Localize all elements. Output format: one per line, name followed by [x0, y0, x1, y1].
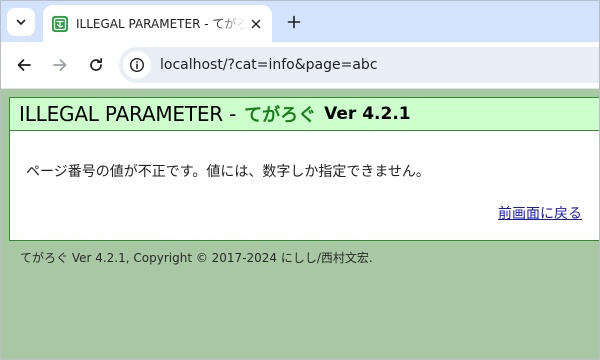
app-version: Ver 4.2.1: [324, 104, 411, 124]
reload-icon: [90, 57, 103, 71]
tab-search-button[interactable]: [7, 8, 35, 36]
back-button[interactable]: [10, 51, 38, 79]
new-tab-button[interactable]: [280, 8, 308, 36]
app-name: てがろぐ: [244, 105, 317, 126]
arrow-left-icon: [17, 59, 31, 71]
page-viewport: ILLEGAL PARAMETER - てがろぐ Ver 4.2.1 ページ番号…: [1, 89, 599, 359]
close-icon: [251, 19, 261, 29]
address-bar[interactable]: localhost/?cat=info&page=abc: [119, 47, 599, 83]
tab-title: ILLEGAL PARAMETER - てがろぐ Ver 4.2.1: [76, 17, 246, 31]
browser-toolbar: localhost/?cat=info&page=abc: [1, 42, 599, 89]
plus-icon: [287, 15, 301, 29]
site-info-icon: [129, 57, 145, 73]
site-info-button[interactable]: [123, 51, 151, 79]
tab-active[interactable]: ILLEGAL PARAMETER - てがろぐ Ver 4.2.1: [43, 5, 272, 42]
forward-button[interactable]: [46, 51, 74, 79]
tab-close-button[interactable]: [248, 16, 264, 32]
error-message: ページ番号の値が不正です。値には、数字しか指定できません。: [26, 164, 430, 180]
error-header: ILLEGAL PARAMETER - てがろぐ Ver 4.2.1: [10, 98, 599, 131]
tab-strip: ILLEGAL PARAMETER - てがろぐ Ver 4.2.1: [1, 1, 599, 42]
reload-button[interactable]: [82, 51, 110, 79]
page-title: ILLEGAL PARAMETER -: [19, 102, 237, 126]
browser-window: ILLEGAL PARAMETER - てがろぐ Ver 4.2.1: [0, 0, 600, 360]
tegalog-favicon-icon: [52, 15, 68, 32]
arrow-right-icon: [53, 59, 67, 71]
url-text[interactable]: localhost/?cat=info&page=abc: [160, 57, 378, 73]
footer: てがろぐ Ver 4.2.1, Copyright © 2017-2024 にし…: [20, 249, 373, 266]
footer-suffix: .: [368, 251, 373, 265]
chevron-down-icon: [16, 19, 26, 25]
error-panel: ILLEGAL PARAMETER - てがろぐ Ver 4.2.1 ページ番号…: [9, 97, 599, 241]
author-link[interactable]: にしし/西村文宏: [281, 251, 369, 265]
footer-copyright: てがろぐ Ver 4.2.1, Copyright © 2017-2024: [20, 251, 281, 265]
back-link[interactable]: 前画面に戻る: [498, 203, 582, 223]
